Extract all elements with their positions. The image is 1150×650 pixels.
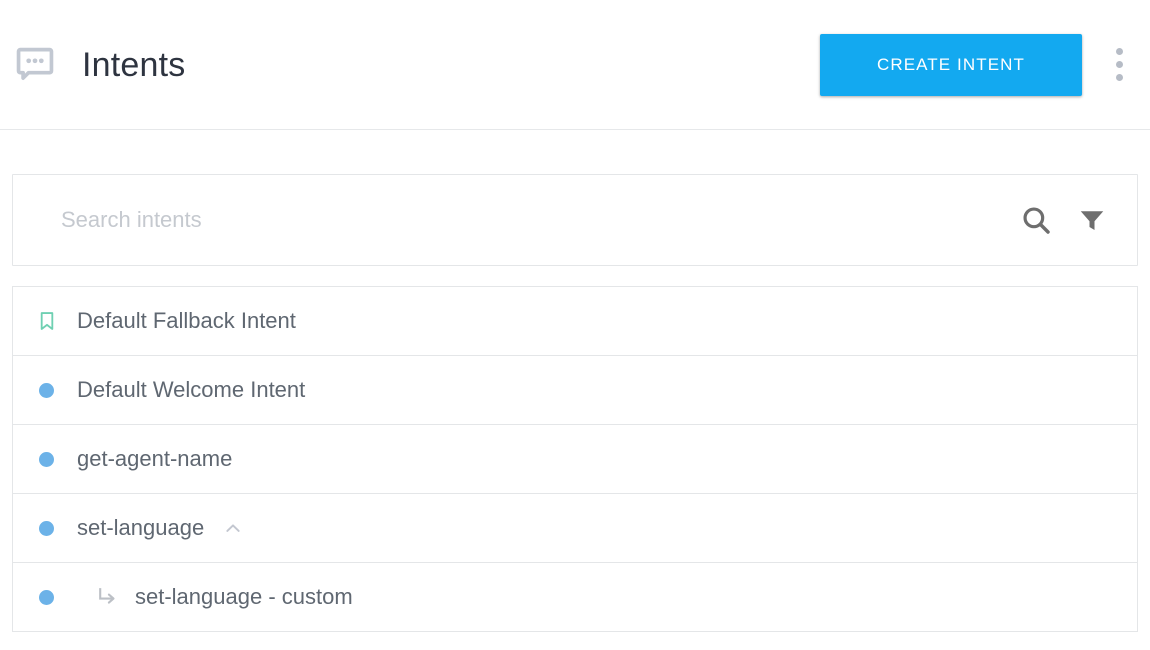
header-left-group: Intents: [10, 44, 820, 86]
search-icon[interactable]: [1019, 203, 1053, 237]
subdirectory-arrow-right-icon: [99, 588, 115, 604]
blue-dot-icon: [39, 382, 54, 398]
intent-list: Default Fallback Intent Default Welcome …: [12, 286, 1138, 632]
list-item[interactable]: Default Fallback Intent: [13, 287, 1137, 356]
blue-dot-icon: [39, 451, 54, 467]
create-intent-button[interactable]: CREATE INTENT: [820, 33, 1082, 96]
blue-dot-icon: [39, 589, 54, 605]
kebab-dot: [1115, 61, 1123, 68]
more-vert-icon[interactable]: [1100, 37, 1138, 93]
list-item[interactable]: set-language - custom: [13, 563, 1137, 632]
list-item-label: Default Fallback Intent: [77, 308, 296, 333]
list-item-label: get-agent-name: [77, 446, 233, 471]
list-item[interactable]: Default Welcome Intent: [13, 356, 1137, 425]
list-item[interactable]: get-agent-name: [13, 425, 1137, 494]
list-item[interactable]: set-language: [13, 494, 1137, 563]
kebab-dot: [1115, 48, 1123, 55]
blue-dot-icon: [39, 520, 54, 536]
row-marker: [35, 382, 77, 398]
search-actions: [1019, 203, 1115, 237]
row-marker: [35, 520, 77, 536]
row-marker: [35, 310, 77, 332]
page-header: Intents CREATE INTENT: [0, 0, 1150, 130]
row-marker: [35, 451, 77, 467]
chevron-up-icon[interactable]: [222, 517, 244, 539]
filter-funnel-icon[interactable]: [1075, 203, 1109, 237]
list-item-label: set-language - custom: [135, 584, 353, 609]
search-input[interactable]: [61, 207, 1019, 233]
kebab-dot: [1115, 74, 1123, 81]
page-content: Default Fallback Intent Default Welcome …: [0, 174, 1150, 632]
chat-bubble-dots-icon: [14, 44, 56, 86]
list-item-label: Default Welcome Intent: [77, 377, 306, 402]
bookmark-outline-icon: [40, 312, 54, 330]
page-title: Intents: [82, 45, 186, 84]
header-right-group: CREATE INTENT: [820, 33, 1138, 96]
list-item-label: set-language: [77, 515, 205, 540]
row-marker: [35, 589, 77, 605]
search-card: [12, 174, 1138, 266]
